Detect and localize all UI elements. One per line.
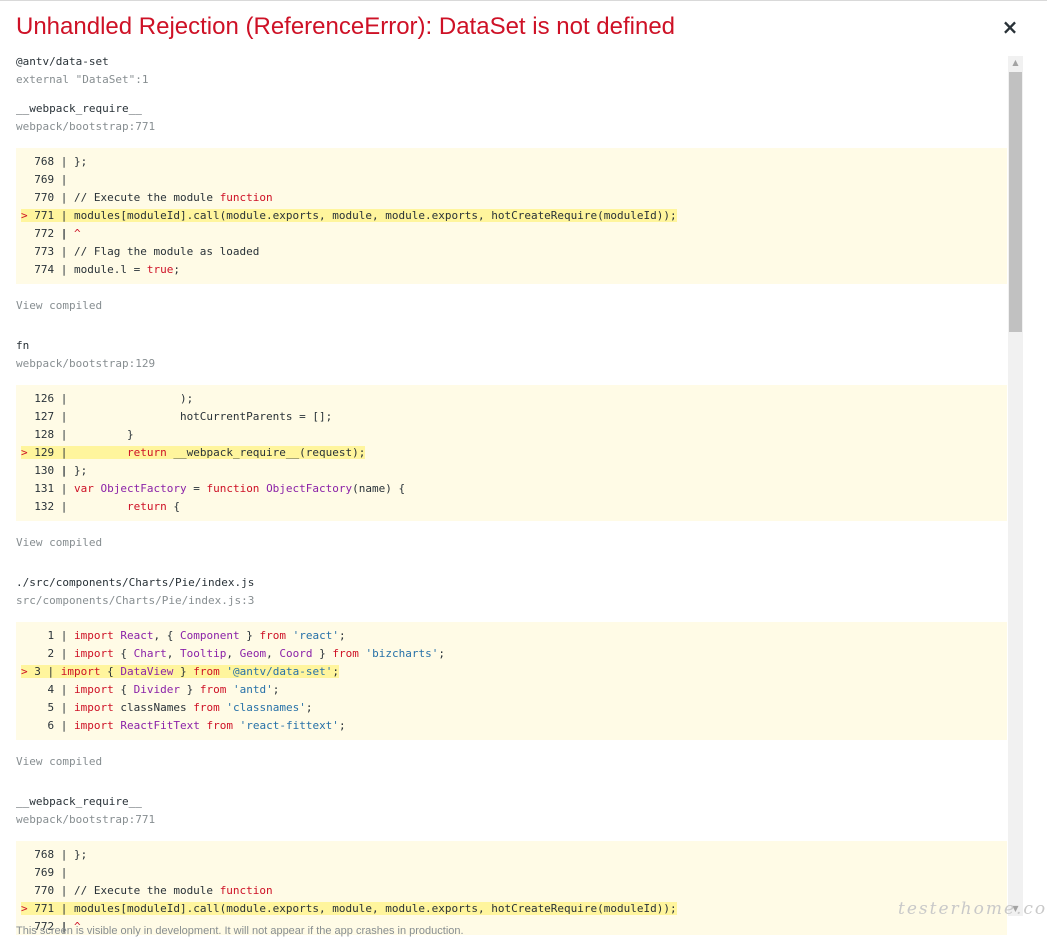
view-compiled-link[interactable]: View compiled — [16, 297, 1007, 315]
code-line: 127 | hotCurrentParents = []; — [21, 410, 333, 423]
stack-frames: @antv/data-set external "DataSet":1 __webp… — [0, 53, 1007, 935]
frame-function-name: ./src/components/Charts/Pie/index.js — [16, 576, 255, 589]
code-line: 131 | var ObjectFactory = function Objec… — [21, 482, 406, 495]
stack-trace-body[interactable]: @antv/data-set external "DataSet":1 __webp… — [0, 53, 1007, 935]
code-line: 772 | ^ — [21, 227, 81, 240]
frame-file-location: webpack/bootstrap:771 — [16, 120, 156, 133]
code-line: 768 | }; — [21, 155, 88, 168]
close-icon[interactable]: × — [998, 13, 1022, 41]
stack-frame: fn webpack/bootstrap:129 126 | ); 127 | h… — [16, 337, 1007, 552]
code-line: 128 | } — [21, 428, 134, 441]
code-line: 769 | — [21, 866, 74, 879]
scroll-up-arrow-icon[interactable]: ▲ — [1008, 56, 1023, 70]
frame-file-location: external "DataSet":1 — [16, 73, 149, 86]
code-line: 4 | import { Divider } from 'antd'; — [21, 683, 280, 696]
frame-function-name: fn — [16, 339, 30, 352]
stack-frame: @antv/data-set external "DataSet":1 — [16, 53, 1007, 100]
code-line: 6 | import ReactFitText from 'react-fitt… — [21, 719, 346, 732]
stack-frame: __webpack_require__ webpack/bootstrap:771… — [16, 793, 1007, 935]
code-line: 2 | import { Chart, Tooltip, Geom, Coord… — [21, 647, 445, 660]
code-line: 769 | — [21, 173, 74, 186]
code-line-error: > 3 | import { DataView } from '@antv/da… — [21, 665, 339, 678]
code-line-error: > 771 | modules[moduleId].call(module.ex… — [21, 902, 677, 915]
stack-frame: ./src/components/Charts/Pie/index.js src/… — [16, 574, 1007, 771]
code-line: 768 | }; — [21, 848, 88, 861]
code-line: 770 | // Execute the module function — [21, 884, 273, 897]
code-line: 770 | // Execute the module function — [21, 191, 273, 204]
code-snippet: 768 | }; 769 | 770 | // Execute the modu… — [16, 148, 1007, 284]
frame-function-name: __webpack_require__ — [16, 795, 142, 808]
stack-frame: __webpack_require__ webpack/bootstrap:771… — [16, 100, 1007, 315]
code-snippet: 126 | ); 127 | hotCurrentParents = []; 1… — [16, 385, 1007, 521]
view-compiled-link[interactable]: View compiled — [16, 534, 1007, 552]
code-line: 1 | import React, { Component } from 're… — [21, 629, 346, 642]
code-line: 130 | }; — [21, 464, 88, 477]
frame-file-location: src/components/Charts/Pie/index.js:3 — [16, 594, 255, 607]
frame-file-location: webpack/bootstrap:129 — [16, 357, 156, 370]
code-line-error: > 129 | return __webpack_require__(reque… — [21, 446, 366, 459]
scroll-thumb[interactable] — [1009, 72, 1022, 332]
vertical-scrollbar[interactable]: ▲ ▼ — [1008, 56, 1023, 916]
code-line: 5 | import classNames from 'classnames'; — [21, 701, 313, 714]
watermark: testerhome.com — [898, 899, 1047, 919]
code-snippet: 1 | import React, { Component } from 're… — [16, 622, 1007, 740]
code-line: 126 | ); — [21, 392, 194, 405]
code-line: 773 | // Flag the module as loaded — [21, 245, 260, 258]
code-line: 774 | module.l = true; — [21, 263, 180, 276]
development-notice: This screen is visible only in developme… — [16, 925, 464, 937]
code-line: 132 | return { — [21, 500, 180, 513]
view-compiled-link[interactable]: View compiled — [16, 753, 1007, 771]
frame-function-name: @antv/data-set — [16, 55, 109, 68]
error-title: Unhandled Rejection (ReferenceError): Da… — [16, 13, 676, 40]
error-overlay: Unhandled Rejection (ReferenceError): Da… — [0, 0, 1047, 937]
code-line-error: > 771 | modules[moduleId].call(module.ex… — [21, 209, 677, 222]
frame-function-name: __webpack_require__ — [16, 102, 142, 115]
code-snippet: 768 | }; 769 | 770 | // Execute the modu… — [16, 841, 1007, 935]
frame-file-location: webpack/bootstrap:771 — [16, 813, 156, 826]
